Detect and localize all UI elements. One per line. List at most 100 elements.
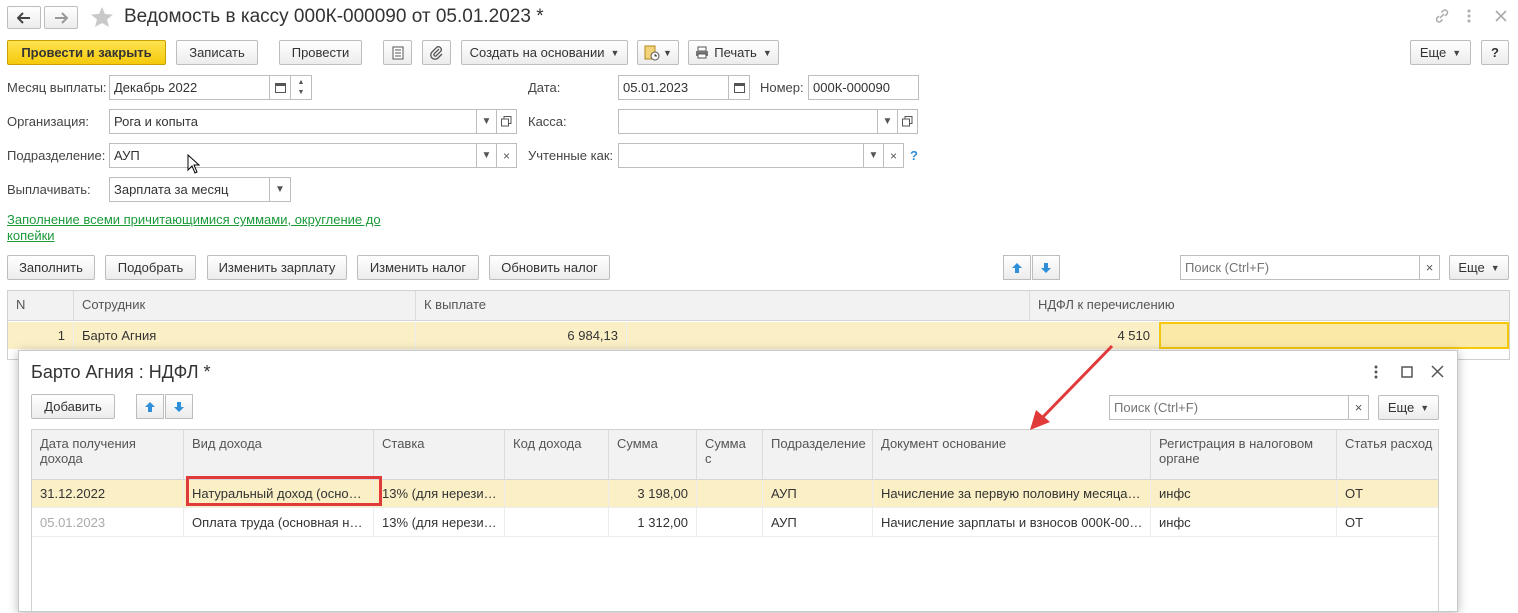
col-base-document[interactable]: Документ основание (873, 430, 1151, 479)
related-docs-button[interactable]: ▼ (637, 40, 679, 65)
dialog-search-clear-button[interactable]: × (1349, 395, 1369, 420)
chevron-down-icon: ▼ (868, 150, 879, 161)
maximize-icon[interactable] (1401, 366, 1413, 378)
row-ndfl-edit[interactable] (1159, 322, 1509, 349)
window-title: Ведомость в кассу 000К-000090 от 05.01.2… (124, 6, 544, 27)
col-tax-registration[interactable]: Регистрация в налоговом органе (1151, 430, 1337, 479)
dialog-move-down-button[interactable] (165, 394, 193, 419)
post-and-close-button[interactable]: Провести и закрыть (7, 40, 166, 65)
dept-dropdown-button[interactable]: ▼ (477, 143, 497, 168)
save-button[interactable]: Записать (176, 40, 258, 65)
col-department[interactable]: Подразделение (763, 430, 873, 479)
month-stepper[interactable]: ▲ ▼ (291, 75, 312, 100)
pick-button[interactable]: Подобрать (105, 255, 196, 280)
chevron-up-icon: ▲ (297, 78, 305, 86)
attach-button[interactable] (422, 40, 451, 65)
chevron-down-icon: ▼ (882, 116, 893, 127)
col-expense-article[interactable]: Статья расход (1337, 430, 1438, 479)
number-field[interactable]: 000К-000090 (808, 75, 919, 100)
col-ndfl[interactable]: НДФЛ к перечислению (1030, 291, 1510, 320)
close-icon[interactable] (1494, 9, 1508, 23)
col-income-code[interactable]: Код дохода (505, 430, 609, 479)
org-field[interactable]: Рога и копыта (109, 109, 477, 134)
row-income-code (505, 480, 609, 507)
report-button[interactable] (383, 40, 412, 65)
create-based-button[interactable]: Создать на основании ▼ (461, 40, 628, 65)
search-input[interactable] (1180, 255, 1420, 280)
row-income-date: 05.01.2023 (32, 508, 184, 536)
search-clear-button[interactable]: × (1420, 255, 1440, 280)
col-employee[interactable]: Сотрудник (74, 291, 416, 320)
help-button[interactable]: ? (1481, 40, 1509, 65)
org-dropdown-button[interactable]: ▼ (477, 109, 497, 134)
print-button[interactable]: Печать ▼ (688, 40, 779, 65)
month-calendar-button[interactable] (270, 75, 291, 100)
col-rate[interactable]: Ставка (374, 430, 505, 479)
counted-dropdown-button[interactable]: ▼ (864, 143, 884, 168)
arrow-right-icon (54, 11, 68, 24)
update-tax-button[interactable]: Обновить налог (489, 255, 610, 280)
table-more-button[interactable]: Еще ▼ (1449, 255, 1509, 280)
pay-dropdown-button[interactable]: ▼ (270, 177, 291, 202)
arrow-up-icon (1011, 262, 1023, 274)
more-button[interactable]: Еще ▼ (1410, 40, 1471, 65)
row-department: АУП (763, 508, 873, 536)
month-field[interactable]: Декабрь 2022 (109, 75, 270, 100)
col-income-date[interactable]: Дата получения дохода (32, 430, 184, 479)
date-calendar-button[interactable] (729, 75, 750, 100)
arrow-left-icon (17, 11, 31, 24)
dialog-search-input[interactable] (1109, 395, 1349, 420)
paperclip-icon (429, 45, 444, 60)
row-tax-registration: инфс (1151, 480, 1337, 507)
counted-help-link[interactable]: ? (910, 148, 918, 163)
cash-dropdown-button[interactable]: ▼ (878, 109, 898, 134)
fill-settings-link[interactable]: Заполнение всеми причитающимися суммами,… (7, 212, 397, 244)
counted-clear-button[interactable]: × (884, 143, 904, 168)
row-expense-article: ОТ (1337, 480, 1438, 507)
main-table-header: N Сотрудник К выплате НДФЛ к перечислени… (8, 291, 1509, 321)
link-icon[interactable] (1434, 8, 1450, 24)
col-pay[interactable]: К выплате (416, 291, 1030, 320)
col-sum[interactable]: Сумма (609, 430, 697, 479)
move-down-button[interactable] (1032, 255, 1060, 280)
add-button[interactable]: Добавить (31, 394, 115, 419)
forward-button[interactable] (44, 6, 78, 29)
table-row[interactable]: 1 Барто Агния 6 984,13 4 510 (8, 322, 1509, 349)
dialog-move-up-button[interactable] (136, 394, 164, 419)
date-field[interactable]: 05.01.2023 (618, 75, 729, 100)
dialog-more-label: Еще (1387, 400, 1415, 415)
row-sum-with (697, 480, 763, 507)
close-icon[interactable] (1431, 365, 1444, 378)
row-income-date: 31.12.2022 (32, 480, 184, 507)
back-button[interactable] (7, 6, 41, 29)
change-tax-button[interactable]: Изменить налог (357, 255, 479, 280)
fill-button[interactable]: Заполнить (7, 255, 95, 280)
menu-dots-icon[interactable] (1373, 364, 1379, 380)
mouse-cursor-icon (187, 154, 200, 174)
pay-field[interactable]: Зарплата за месяц (109, 177, 270, 202)
chevron-down-icon: ▼ (481, 116, 492, 127)
row-rate: 13% (для нерези… (374, 508, 505, 536)
row-rate: 13% (для нерези… (374, 480, 505, 507)
move-up-button[interactable] (1003, 255, 1031, 280)
table-row[interactable]: 05.01.2023 Оплата труда (основная н… 13%… (32, 508, 1438, 537)
dept-field[interactable]: АУП (109, 143, 477, 168)
change-salary-button[interactable]: Изменить зарплату (207, 255, 347, 280)
cash-open-button[interactable] (898, 109, 918, 134)
dept-clear-button[interactable]: × (497, 143, 517, 168)
org-open-button[interactable] (497, 109, 517, 134)
menu-dots-icon[interactable] (1466, 8, 1472, 24)
chevron-down-icon: ▼ (1490, 262, 1500, 273)
col-sum-with[interactable]: Сумма с (697, 430, 763, 479)
col-n[interactable]: N (8, 291, 74, 320)
arrow-down-icon (1040, 262, 1052, 274)
org-label: Организация: (7, 114, 90, 129)
post-button[interactable]: Провести (279, 40, 362, 65)
number-label: Номер: (760, 80, 804, 95)
cash-field[interactable] (618, 109, 878, 134)
col-income-type[interactable]: Вид дохода (184, 430, 374, 479)
star-icon[interactable] (90, 6, 114, 28)
dialog-more-button[interactable]: Еще ▼ (1378, 395, 1439, 420)
ndfl-dialog: Барто Агния : НДФЛ * Добавить × Еще ▼ Да… (18, 350, 1458, 613)
counted-field[interactable] (618, 143, 864, 168)
